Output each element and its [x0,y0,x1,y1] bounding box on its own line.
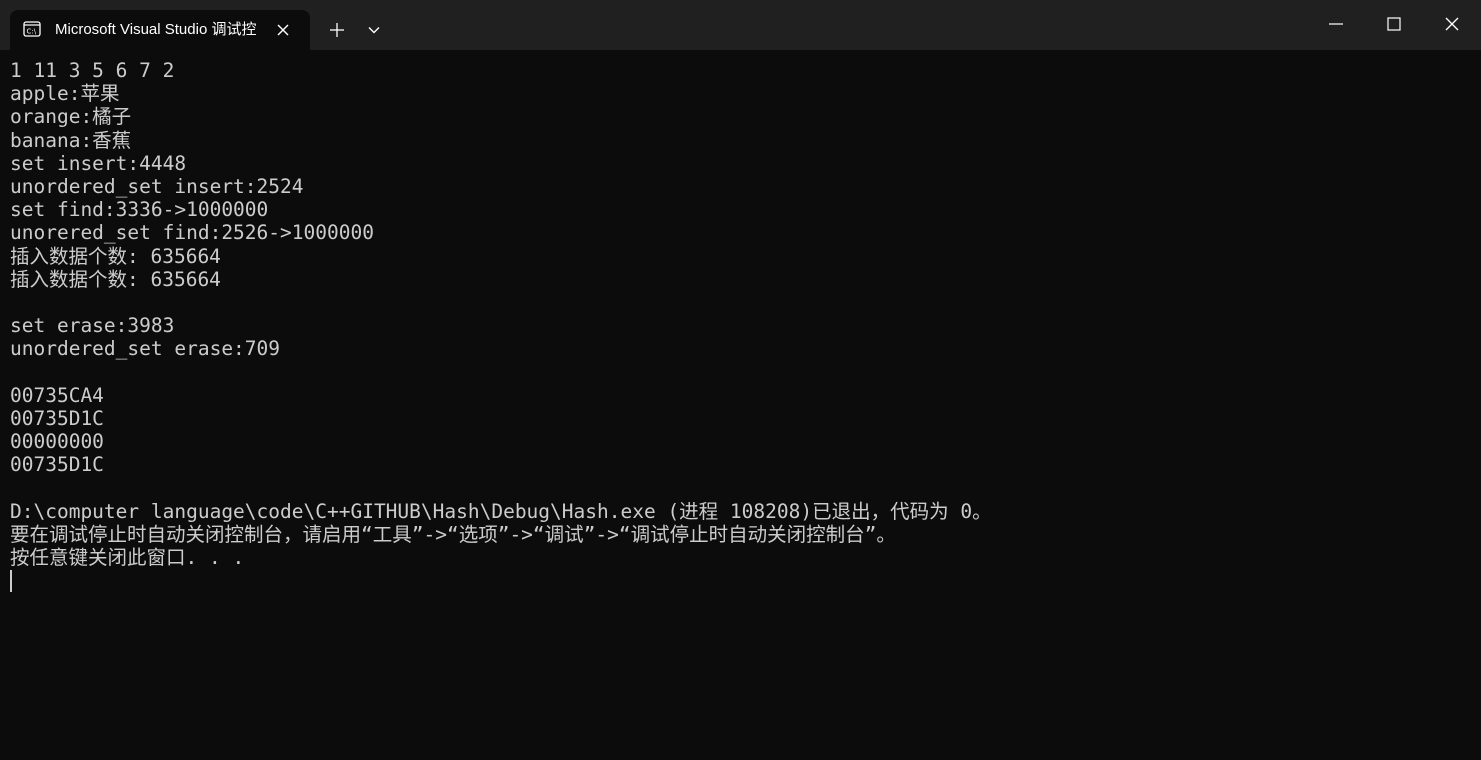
console-line: 插入数据个数: 635664 [10,244,221,268]
console-line: unordered_set insert:2524 [10,174,304,198]
console-line: orange:橘子 [10,105,132,129]
close-icon [1445,17,1459,31]
chevron-down-icon [368,27,380,34]
title-bar[interactable]: C:\ Microsoft Visual Studio 调试控 [0,0,1481,50]
minimize-button[interactable] [1307,0,1365,50]
console-line: unorered_set find:2526->1000000 [10,221,374,245]
tab-debug-console[interactable]: C:\ Microsoft Visual Studio 调试控 [10,10,310,50]
console-line: 要在调试停止时自动关闭控制台，请启用“工具”->“选项”->“调试”->“调试停… [10,522,896,546]
console-icon: C:\ [23,20,41,38]
maximize-button[interactable] [1365,0,1423,50]
console-line: 00735CA4 [10,383,104,407]
tab-title: Microsoft Visual Studio 调试控 [55,21,257,38]
console-line: 1 11 3 5 6 7 2 [10,59,175,82]
maximize-icon [1387,17,1401,31]
console-line: set erase:3983 [10,314,175,338]
console-line: 00735D1C [10,453,104,477]
console-output[interactable]: 1 11 3 5 6 7 2 apple:苹果 orange:橘子 banana… [10,59,1470,749]
plus-icon [330,23,344,37]
console-line: unordered_set erase:709 [10,337,281,361]
console-line: 00735D1C [10,406,104,430]
console-line: 按任意键关闭此窗口. . . [10,545,245,569]
minimize-icon [1329,23,1343,25]
console-line: set insert:4448 [10,151,187,175]
console-line: banana:香蕉 [10,128,132,152]
svg-text:C:\: C:\ [27,28,37,36]
tab-dropdown-button[interactable] [358,14,390,46]
cursor-line [10,569,1470,593]
new-tab-button[interactable] [320,14,352,46]
text-cursor [10,570,12,593]
close-tab-icon[interactable] [274,21,292,39]
console-line: 00000000 [10,430,104,453]
terminal-window: C:\ Microsoft Visual Studio 调试控 1 11 3 5… [0,0,1481,760]
console-line: 插入数据个数: 635664 [10,267,221,291]
console-line: set find:3336->1000000 [10,198,269,222]
console-line: apple:苹果 [10,82,120,106]
console-line: D:\computer language\code\C++GITHUB\Hash… [10,499,992,523]
close-window-button[interactable] [1423,0,1481,50]
